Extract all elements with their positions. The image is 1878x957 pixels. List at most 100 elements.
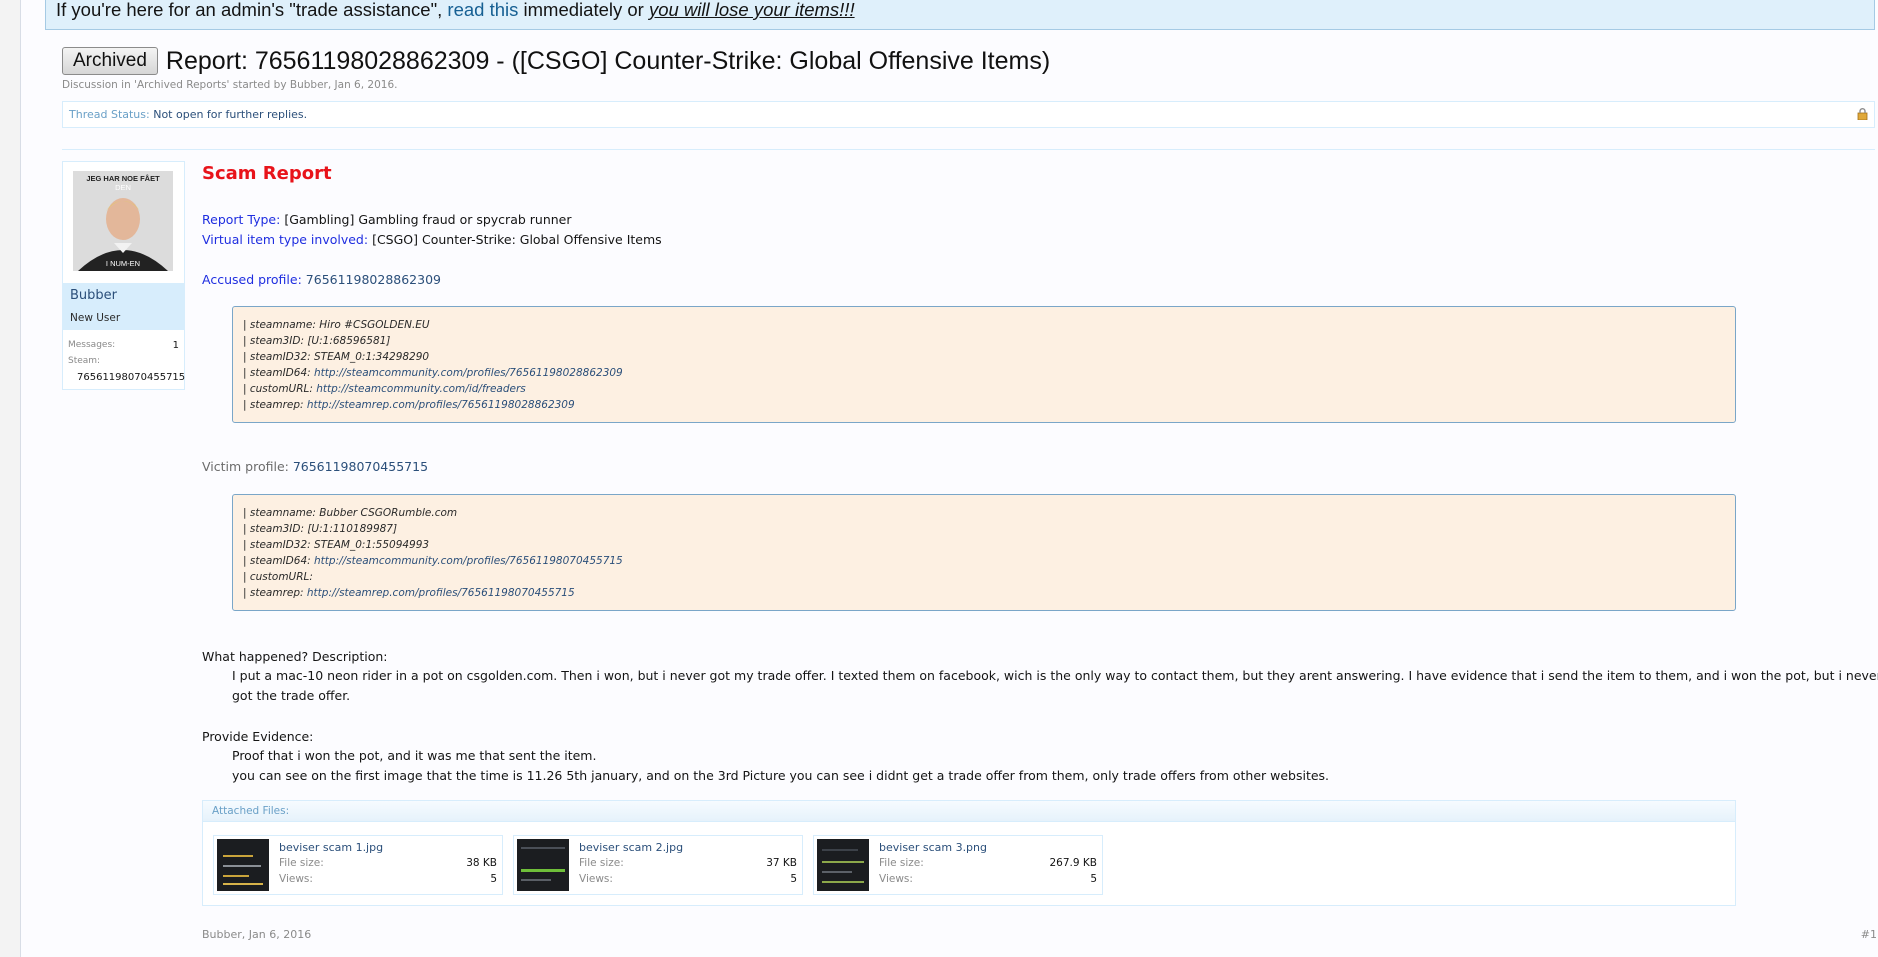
attachment-size-row: File size: 267.9 KB [879,857,1097,869]
report-heading: Scam Report [202,163,332,184]
attachment-thumbnail[interactable] [217,839,269,891]
steamrep-link[interactable]: http://steamrep.com/profiles/76561198028… [307,399,575,411]
info-label: | steam3ID: [243,335,308,348]
info-label: | steamID32: [243,539,315,552]
info-label: | steamname: [243,319,320,331]
user-title: New User [70,312,121,324]
info-line-steamname: | steamname: Hiro #CSGOLDEN.EU [243,317,1735,333]
info-line-steam3id: | steam3ID: [U:1:110189987] [243,521,1735,537]
info-label: | steamID32: [243,351,315,364]
views-value: 5 [490,873,497,885]
file-size-value: 267.9 KB [1049,857,1098,869]
item-type-label: Virtual item type involved: [202,232,369,247]
views-label: Views: [579,873,613,885]
thread-meta: Discussion in 'Archived Reports' started… [62,79,398,91]
info-value: STEAM_0:1:34298290 [314,351,430,364]
info-label: | customURL: [243,571,313,584]
username-link[interactable]: Bubber [70,288,117,303]
user-stats: Messages: 1 Steam: 76561198070455715 [68,340,185,388]
victim-profile-label: Victim profile: [202,459,289,474]
item-type-line: Virtual item type involved: [CSGO] Count… [202,232,662,247]
messages-label: Messages: [68,340,116,350]
admin-warning-notice: If you're here for an admin's "trade ass… [45,0,1875,30]
info-line-steamname: | steamname: Bubber CSGORumble.com [243,505,1735,521]
info-line-steamid64: | steamID64: http://steamcommunity.com/p… [243,553,1735,569]
what-happened-label: What happened? Description: [202,649,388,664]
username-block: Bubber New User [63,283,184,330]
victim-profile-link[interactable]: 76561198070455715 [293,459,428,474]
read-this-link[interactable]: read this [447,0,518,20]
attachment-name[interactable]: beviser scam 3.png [879,841,987,854]
info-value: STEAM_0:1:55094993 [314,539,430,552]
attachment-views-row: Views: 5 [879,873,1097,885]
attachment-views-row: Views: 5 [279,873,497,885]
user-avatar[interactable]: JEG HAR NOE FÅET DEN I NUM-EN [73,171,173,271]
avatar-caption-top: JEG HAR NOE FÅET [86,174,160,183]
steamid64-link[interactable]: http://steamcommunity.com/profiles/76561… [314,555,623,567]
thread-status-label: Thread Status: [69,108,150,121]
attachment-item[interactable]: beviser scam 2.jpg File size: 37 KB Views… [513,835,803,895]
info-line-steamid32: | steamID32: STEAM_0:1:34298290 [243,349,1735,365]
attached-files: Attached Files: beviser scam 1.jpg File … [202,800,1736,906]
views-value: 5 [1090,873,1097,885]
views-label: Views: [279,873,313,885]
post-footer: Bubber, Jan 6, 2016 #1 [202,928,1877,941]
attachment-item[interactable]: beviser scam 1.jpg File size: 38 KB Views… [213,835,503,895]
accused-steam-info-box: | steamname: Hiro #CSGOLDEN.EU | steam3I… [232,306,1736,423]
lock-icon [1857,108,1868,120]
post-author-date[interactable]: Bubber, Jan 6, 2016 [202,928,311,941]
info-line-steamid32: | steamID32: STEAM_0:1:55094993 [243,537,1735,553]
info-line-steamrep: | steamrep: http://steamrep.com/profiles… [243,397,1735,413]
attachment-item[interactable]: beviser scam 3.png File size: 267.9 KB Vi… [813,835,1103,895]
file-size-value: 38 KB [466,857,497,869]
steam-id-value: 76561198070455715 [77,372,186,383]
info-label: | steam3ID: [243,523,308,536]
avatar-caption-mid: DEN [115,183,131,192]
info-line-customurl: | customURL: [243,569,1735,585]
attachment-thumbnail[interactable] [517,839,569,891]
attachment-name[interactable]: beviser scam 2.jpg [579,841,683,854]
steamrep-link[interactable]: http://steamrep.com/profiles/76561198070… [307,587,575,599]
user-card: JEG HAR NOE FÅET DEN I NUM-EN Bubber New… [62,161,185,390]
report-type-value: [Gambling] Gambling fraud or spycrab run… [284,212,572,227]
item-type-value: [CSGO] Counter-Strike: Global Offensive … [372,232,662,247]
what-happened-text: I put a mac-10 neon rider in a pot on cs… [232,668,1878,703]
info-label: | customURL: [243,383,317,396]
info-line-customurl: | customURL: http://steamcommunity.com/i… [243,381,1735,397]
victim-steam-info-box: | steamname: Bubber CSGORumble.com | ste… [232,494,1736,611]
notice-warning: you will lose your items!!! [648,0,855,20]
page: If you're here for an admin's "trade ass… [20,0,1878,957]
thread-title-row: Archived Report: 76561198028862309 - ([C… [62,46,1050,76]
post-number-link[interactable]: #1 [1861,928,1877,941]
info-label: | steamID64: [243,555,315,568]
accused-profile-link[interactable]: 76561198028862309 [306,272,441,287]
avatar-image: JEG HAR NOE FÅET DEN I NUM-EN [73,171,173,271]
notice-text-middle: immediately or [518,0,649,20]
evidence-label: Provide Evidence: [202,729,314,744]
info-value: [U:1:68596581] [307,335,391,348]
customurl-link[interactable]: http://steamcommunity.com/id/freaders [316,383,526,395]
info-label: | steamrep: [243,587,307,600]
info-value: Hiro #CSGOLDEN.EU [319,319,430,331]
steamid64-link[interactable]: http://steamcommunity.com/profiles/76561… [314,367,623,379]
info-line-steam3id: | steam3ID: [U:1:68596581] [243,333,1735,349]
file-size-label: File size: [279,857,324,869]
victim-profile-line: Victim profile: 76561198070455715 [202,459,428,474]
info-line-steamid64: | steamID64: http://steamcommunity.com/p… [243,365,1735,381]
info-value: Bubber CSGORumble.com [319,507,458,519]
divider [62,149,1875,150]
info-label: | steamname: [243,507,320,519]
attachment-thumbnail[interactable] [817,839,869,891]
messages-count[interactable]: 1 [173,340,179,356]
evidence-line-1: Proof that i won the pot, and it was me … [232,748,597,763]
thread-status-value: Not open for further replies. [153,108,308,121]
steam-label: Steam: [68,356,101,366]
views-label: Views: [879,873,913,885]
avatar-caption-bottom: I NUM-EN [106,259,140,268]
thread-status-bar: Thread Status: Not open for further repl… [62,101,1875,128]
attachment-size-row: File size: 37 KB [579,857,797,869]
attachment-name[interactable]: beviser scam 1.jpg [279,841,383,854]
attached-files-heading: Attached Files: [203,801,1735,822]
accused-profile-label: Accused profile: [202,272,302,287]
archived-prefix-button[interactable]: Archived [62,47,158,75]
